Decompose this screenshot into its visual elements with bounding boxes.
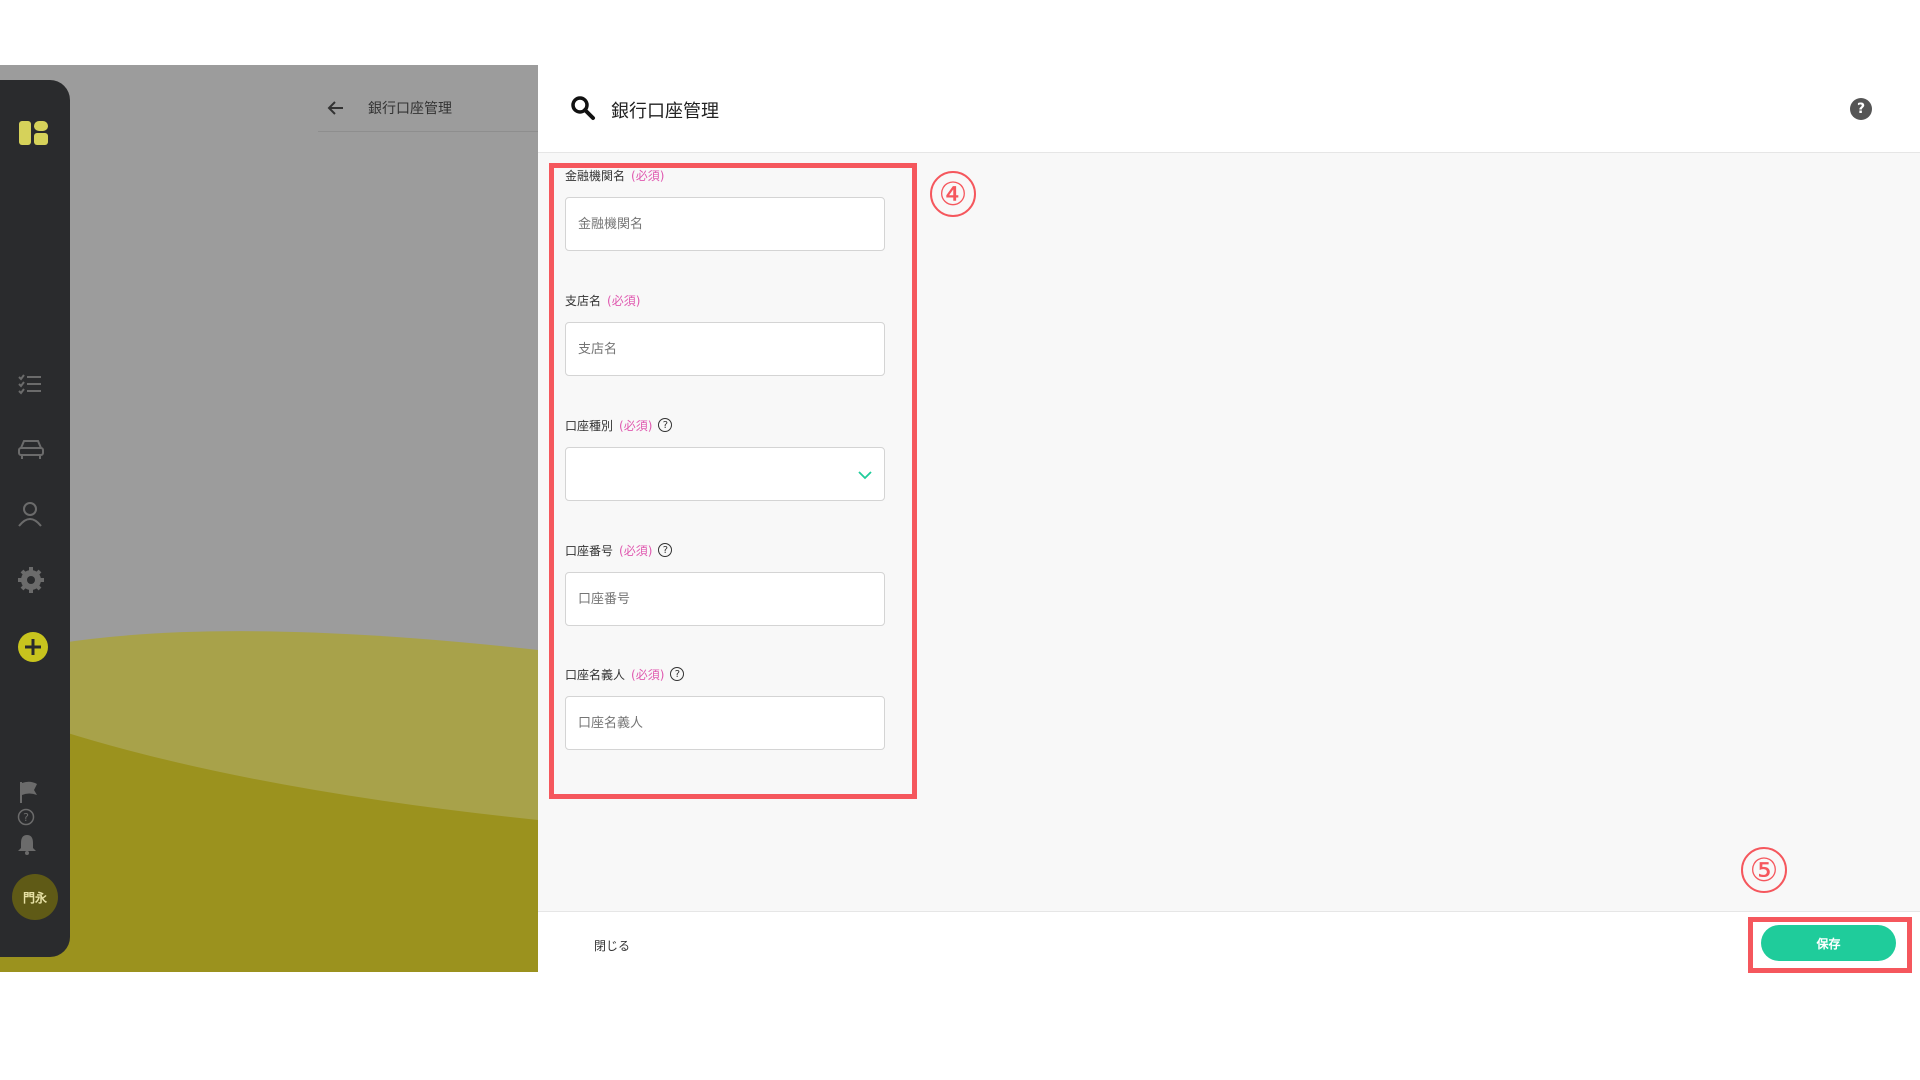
sidebar: ? 門永 — [0, 80, 70, 957]
user-icon[interactable] — [17, 501, 51, 535]
help-icon[interactable]: ? — [1850, 98, 1872, 120]
search-icon — [570, 95, 596, 121]
panel-footer: 閉じる 保存 — [538, 911, 1920, 972]
form-highlight-box — [549, 163, 917, 799]
step-four-marker: ④ — [930, 171, 976, 217]
background-page-header: 銀行口座管理 — [318, 65, 538, 132]
plus-circle-icon[interactable] — [17, 631, 51, 665]
avatar[interactable]: 門永 — [12, 874, 58, 920]
panel-title: 銀行口座管理 — [611, 101, 719, 122]
car-icon[interactable] — [17, 436, 51, 470]
gear-icon[interactable] — [17, 566, 51, 600]
panel-header: 銀行口座管理 ? — [538, 65, 1920, 153]
background-overlay: ? 門永 銀行口座管理 — [0, 65, 538, 972]
close-button[interactable]: 閉じる — [594, 937, 630, 954]
bell-icon[interactable] — [17, 833, 51, 867]
checklist-icon[interactable] — [17, 371, 51, 405]
svg-text:?: ? — [23, 811, 29, 824]
background-page-title: 銀行口座管理 — [368, 101, 452, 117]
logo-icon[interactable] — [17, 115, 51, 149]
background-decoration — [0, 631, 538, 972]
step-five-marker: ⑤ — [1741, 847, 1787, 893]
save-highlight-box — [1748, 917, 1912, 973]
arrow-left-icon[interactable] — [326, 98, 346, 118]
